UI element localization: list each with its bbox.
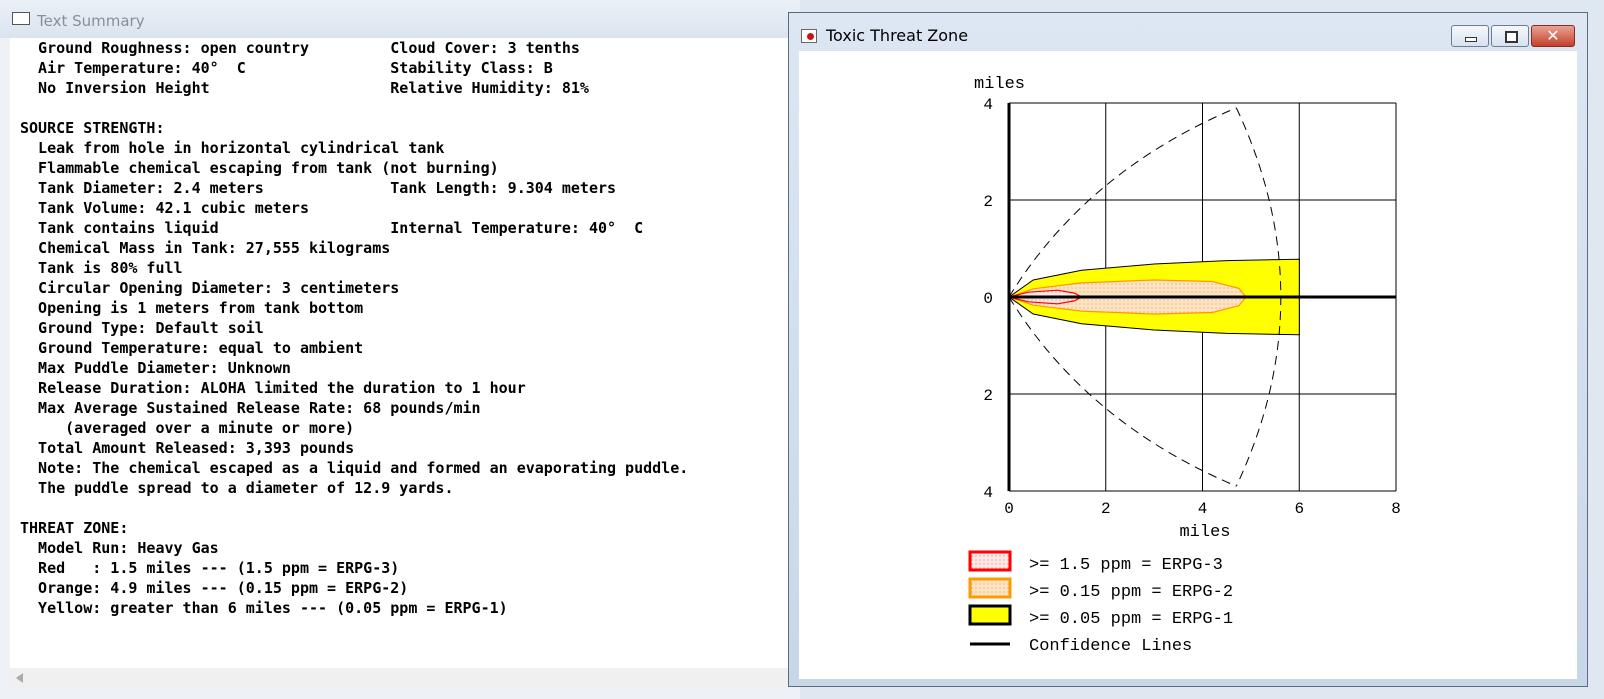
x-tick-label: 0 bbox=[1004, 500, 1014, 518]
y-axis-label: miles bbox=[974, 75, 1025, 94]
minimize-button[interactable] bbox=[1451, 25, 1489, 47]
threat-zone-chart: 0 2 4 6 8 4 2 0 2 4 miles miles >= 1.5 ppm = ERPG… bbox=[968, 75, 1401, 656]
y-tick-label: 2 bbox=[983, 387, 993, 405]
chart-legend: >= 1.5 ppm = ERPG-3 >= 0.15 ppm = ERPG-2 >… bbox=[968, 550, 1233, 656]
y-tick-label: 2 bbox=[983, 193, 993, 211]
threat-zone-app-icon bbox=[801, 29, 817, 43]
scroll-left-arrow-icon[interactable] bbox=[16, 673, 23, 683]
y-tick-label: 4 bbox=[983, 484, 993, 502]
threat-zone-plot-area: 0 2 4 6 8 4 2 0 2 4 miles miles >= 1.5 ppm = ERPG… bbox=[799, 51, 1577, 679]
legend-label-3: Confidence Lines bbox=[1029, 637, 1192, 656]
x-tick-label: 4 bbox=[1198, 500, 1208, 518]
close-button[interactable]: ✕ bbox=[1531, 25, 1575, 47]
legend-label-0: >= 1.5 ppm = ERPG-3 bbox=[1029, 556, 1223, 575]
text-summary-titlebar[interactable]: Text Summary bbox=[0, 0, 800, 38]
window-app-icon bbox=[12, 12, 30, 25]
x-tick-label: 6 bbox=[1294, 500, 1304, 518]
text-summary-body[interactable]: Ground Roughness: open country Cloud Cov… bbox=[10, 38, 800, 668]
maximize-button[interactable] bbox=[1491, 25, 1529, 47]
legend-label-2: >= 0.05 ppm = ERPG-1 bbox=[1029, 610, 1233, 629]
toxic-threat-zone-window: Toxic Threat Zone ✕ 0 2 4 6 8 4 2 0 2 4 miles mil… bbox=[788, 12, 1588, 687]
legend-swatch-2 bbox=[968, 604, 1012, 626]
x-axis-label: miles bbox=[1179, 523, 1230, 542]
text-summary-window: Text Summary Ground Roughness: open coun… bbox=[0, 0, 800, 699]
legend-swatch-0 bbox=[968, 550, 1012, 572]
x-tick-label: 2 bbox=[1101, 500, 1111, 518]
y-tick-label: 4 bbox=[983, 96, 993, 114]
y-tick-label: 0 bbox=[983, 290, 993, 308]
horizontal-scrollbar[interactable] bbox=[10, 668, 800, 688]
legend-swatch-1 bbox=[968, 577, 1012, 599]
legend-label-1: >= 0.15 ppm = ERPG-2 bbox=[1029, 583, 1233, 602]
threat-zone-title: Toxic Threat Zone bbox=[826, 26, 969, 45]
text-summary-title: Text Summary bbox=[37, 12, 145, 30]
x-tick-label: 8 bbox=[1391, 500, 1401, 518]
text-summary-text: Ground Roughness: open country Cloud Cov… bbox=[20, 39, 689, 617]
